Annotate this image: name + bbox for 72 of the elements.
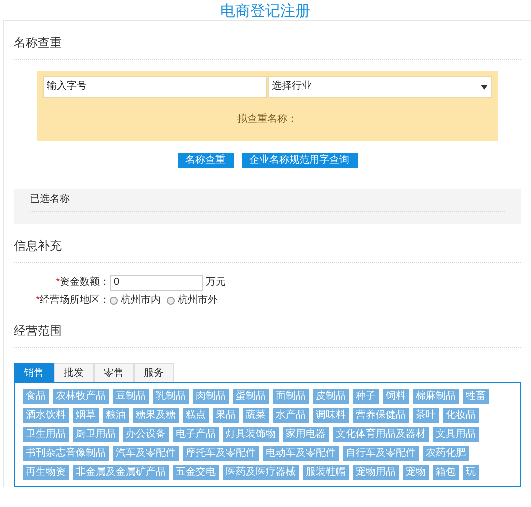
category-tag[interactable]: 营养保健品 [353,408,409,423]
category-tag[interactable]: 酒水饮料 [23,408,69,423]
category-tag[interactable]: 水产品 [273,408,309,423]
category-tag[interactable]: 电子产品 [173,427,219,442]
action-button[interactable]: 名称查重 [178,153,234,168]
unit-label: 万元 [206,276,226,290]
tab[interactable]: 批发 [54,363,94,382]
category-tag[interactable]: 烟草 [73,408,99,423]
category-tag[interactable]: 灯具装饰物 [223,427,279,442]
category-tag[interactable]: 汽车及零配件 [113,446,179,461]
section-heading: 信息补充 [14,238,63,254]
category-tag[interactable]: 种子 [353,389,379,404]
category-tag[interactable]: 自行车及零配件 [343,446,419,461]
category-tag[interactable]: 办公设备 [123,427,169,442]
category-tag[interactable]: 肉制品 [193,389,229,404]
tab[interactable]: 零售 [94,363,134,382]
category-tag[interactable]: 医药及医疗器械 [223,465,299,480]
radio-label: 杭州市内 [121,294,161,308]
category-tag[interactable]: 豆制品 [113,389,149,404]
category-tag[interactable]: 棉麻制品 [413,389,459,404]
category-tag[interactable]: 茶叶 [413,408,439,423]
radio-button[interactable] [110,297,118,305]
category-tag[interactable]: 糖果及糖 [133,408,179,423]
action-button[interactable]: 企业名称规范用字查询 [242,153,358,168]
category-tag[interactable]: 蔬菜 [243,408,269,423]
category-tag[interactable]: 非金属及金属矿产品 [73,465,169,480]
category-tag[interactable]: 文具用品 [433,427,479,442]
category-tag[interactable]: 文化体育用品及器材 [333,427,429,442]
category-tag[interactable]: 糕点 [183,408,209,423]
tab[interactable]: 服务 [134,363,174,382]
required-mark: * [36,295,40,306]
category-tag[interactable]: 再生物资 [23,465,69,480]
panel-heading: 已选名称 [30,193,71,207]
category-tag[interactable]: 摩托车及零配件 [183,446,259,461]
category-tag[interactable]: 玩 [463,465,479,480]
dropdown-arrow-icon [481,84,488,90]
category-tag[interactable]: 乳制品 [153,389,189,404]
category-tag[interactable]: 皮制品 [313,389,349,404]
category-tag[interactable]: 粮油 [103,408,129,423]
section-heading: 名称查重 [14,35,63,51]
category-tag[interactable]: 食品 [23,389,49,404]
section-heading: 经营范围 [14,323,63,339]
category-tag[interactable]: 电动车及零配件 [263,446,339,461]
category-tag[interactable]: 服装鞋帽 [303,465,349,480]
category-tag[interactable]: 牲畜 [463,389,489,404]
category-tag[interactable]: 箱包 [433,465,459,480]
proposed-name-label: 拟查重名称： [236,112,298,127]
category-tag[interactable]: 书刊杂志音像制品 [23,446,109,461]
category-tag[interactable]: 农林牧产品 [53,389,109,404]
category-tag[interactable]: 卫生用品 [23,427,69,442]
amount-input[interactable]: 0 [110,275,203,291]
category-tag[interactable]: 蛋制品 [233,389,269,404]
tab[interactable]: 销售 [14,363,54,382]
field-label: 经营场所地区： [40,295,110,306]
page-title: 电商登记注册 [220,3,310,20]
category-tag[interactable]: 宠物 [403,465,429,480]
category-tag[interactable]: 调味料 [313,408,349,423]
radio-label: 杭州市外 [178,294,218,308]
category-tag[interactable]: 化妆品 [443,408,479,423]
category-tag[interactable]: 宠物用品 [353,465,399,480]
category-tag[interactable]: 饲料 [383,389,409,404]
category-tag[interactable]: 五金交电 [173,465,219,480]
radio-button[interactable] [167,297,175,305]
category-tag[interactable]: 农药化肥 [423,446,469,461]
name-input[interactable]: 输入字号 [43,76,267,98]
category-tag[interactable]: 面制品 [273,389,309,404]
industry-select[interactable]: 选择行业 [268,76,492,98]
category-tag[interactable]: 果品 [213,408,239,423]
category-tag[interactable]: 厨卫用品 [73,427,119,442]
category-tag[interactable]: 家用电器 [283,427,329,442]
field-label: 资金数额： [60,277,110,288]
required-mark: * [56,277,60,288]
